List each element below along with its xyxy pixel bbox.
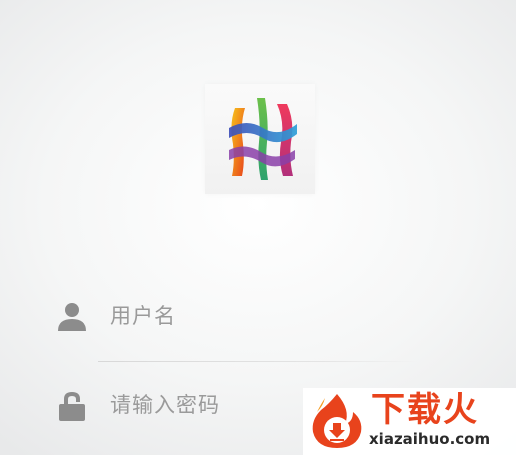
watermark-url: xiazaihuo.com bbox=[369, 430, 491, 448]
field-divider bbox=[98, 361, 418, 362]
watermark-title: 下载火 bbox=[371, 390, 479, 430]
username-field[interactable]: 用户名 bbox=[0, 300, 516, 360]
password-input[interactable]: 请输入密码 bbox=[110, 391, 220, 419]
username-input[interactable]: 用户名 bbox=[110, 302, 176, 330]
watermark-banner: 下载火 xiazaihuo.com bbox=[303, 388, 516, 455]
app-logo-icon bbox=[229, 98, 297, 180]
user-icon bbox=[58, 303, 86, 331]
app-logo bbox=[205, 84, 315, 194]
flame-download-icon bbox=[312, 394, 362, 448]
lock-icon bbox=[59, 392, 85, 421]
